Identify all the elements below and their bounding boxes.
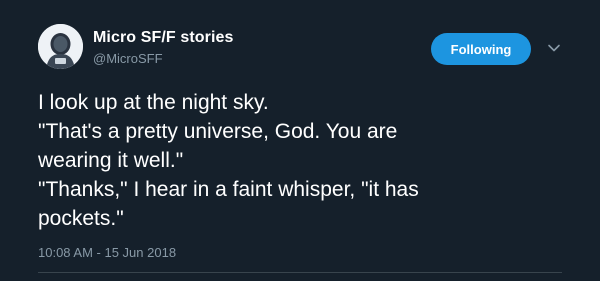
tweet-line: "That's a pretty universe, God. You are [38,120,398,143]
author-name[interactable]: Micro SF/F stories [93,29,234,47]
tweet-line: wearing it well." [38,149,184,172]
tweet-line: pockets." [38,207,124,230]
chevron-down-icon[interactable] [547,41,561,55]
astronaut-avatar-icon [38,24,83,69]
tweet-line: "Thanks," I hear in a faint whisper, "it… [38,178,419,201]
following-button[interactable]: Following [431,33,531,65]
tweet-timestamp[interactable]: 10:08 AM - 15 Jun 2018 [38,245,176,260]
tweet-line: I look up at the night sky. [38,91,269,114]
author-handle[interactable]: @MicroSFF [93,51,163,66]
tweet-card: Micro SF/F stories @MicroSFF Following I… [0,0,600,281]
divider [38,272,562,273]
tweet-text: I look up at the night sky. "That's a pr… [38,88,578,233]
avatar[interactable] [38,24,83,69]
